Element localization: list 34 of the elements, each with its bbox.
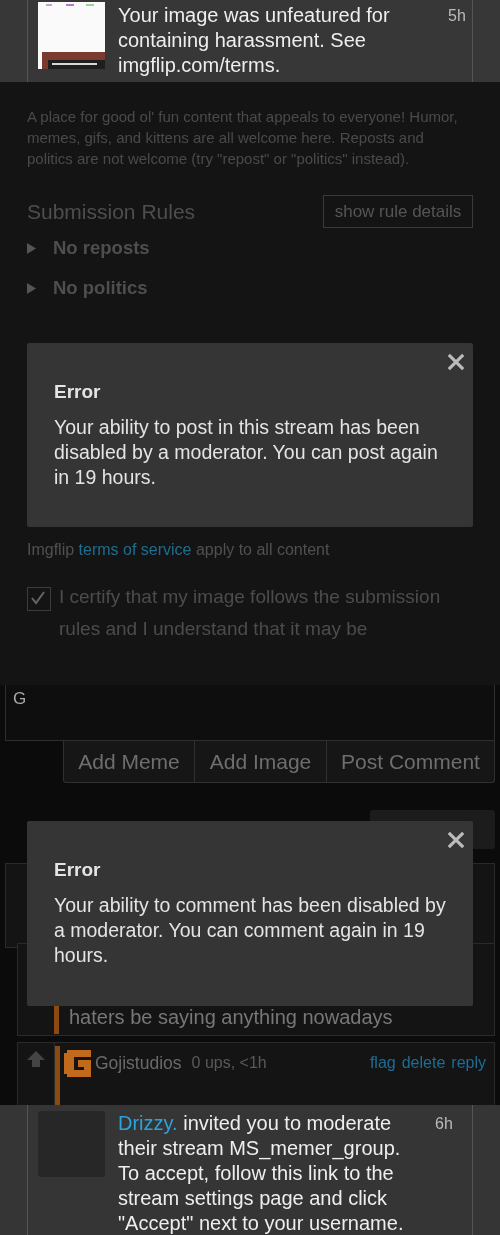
close-icon[interactable] xyxy=(447,831,465,849)
dialog-title: Error xyxy=(54,859,102,881)
notification-time: 6h xyxy=(435,1114,453,1134)
close-icon[interactable] xyxy=(447,353,465,371)
comment-action-button[interactable]: Add Meme xyxy=(64,741,195,782)
notification-text: Drizzy. invited you to moderate their stream MS_memer_group. To accept, follow this link to the stream settings page and click "Accept" next to your username. xyxy=(118,1111,405,1235)
comment-action-button[interactable]: Add Image xyxy=(195,741,327,782)
comment-action-link[interactable]: delete xyxy=(401,1054,446,1072)
dialog-title: Error xyxy=(54,381,102,403)
comment-action-link[interactable]: flag xyxy=(369,1054,396,1072)
certify-checkbox[interactable] xyxy=(27,587,51,611)
certify-text: I certify that my image follows the submission rules and I understand that it may be xyxy=(59,585,442,641)
expand-triangle-icon[interactable] xyxy=(27,282,36,294)
accent-bar xyxy=(55,1046,60,1105)
dialog-message: Your ability to comment has been disabled by a moderator. You can comment again in 19 hours. xyxy=(54,893,446,968)
expand-triangle-icon[interactable] xyxy=(27,242,36,254)
comment-action-link[interactable]: reply xyxy=(451,1054,486,1072)
comment-text: haters be saying anything nowadays xyxy=(69,1005,393,1029)
avatar-icon xyxy=(64,1049,91,1077)
comment-author[interactable]: Gojistudios xyxy=(95,1052,182,1074)
rule-item[interactable]: No politics xyxy=(53,277,148,299)
comment-field[interactable]: G xyxy=(5,685,495,741)
terms-text: Imgflip terms of service apply to all content xyxy=(27,540,331,560)
upvote-arrow-icon[interactable] xyxy=(26,1049,46,1069)
notification-time: 5h xyxy=(448,6,466,26)
show-rule-details-button[interactable]: show rule details xyxy=(323,195,473,228)
comment-meta: 0 ups, <1h xyxy=(191,1054,267,1072)
dialog-message: Your ability to post in this stream has been disabled by a moderator. You can post again in 19 hours. xyxy=(54,415,439,490)
comment-action-button[interactable]: Post Comment xyxy=(327,741,494,782)
rule-item[interactable]: No reposts xyxy=(53,237,150,259)
terms-link[interactable]: terms of service xyxy=(78,541,192,558)
user-link[interactable]: Drizzy. xyxy=(118,1112,178,1134)
rules-heading: Submission Rules xyxy=(27,199,196,224)
notification-text: Your image was unfeatured for containing harassment. See imgflip.com/terms. xyxy=(118,3,391,78)
